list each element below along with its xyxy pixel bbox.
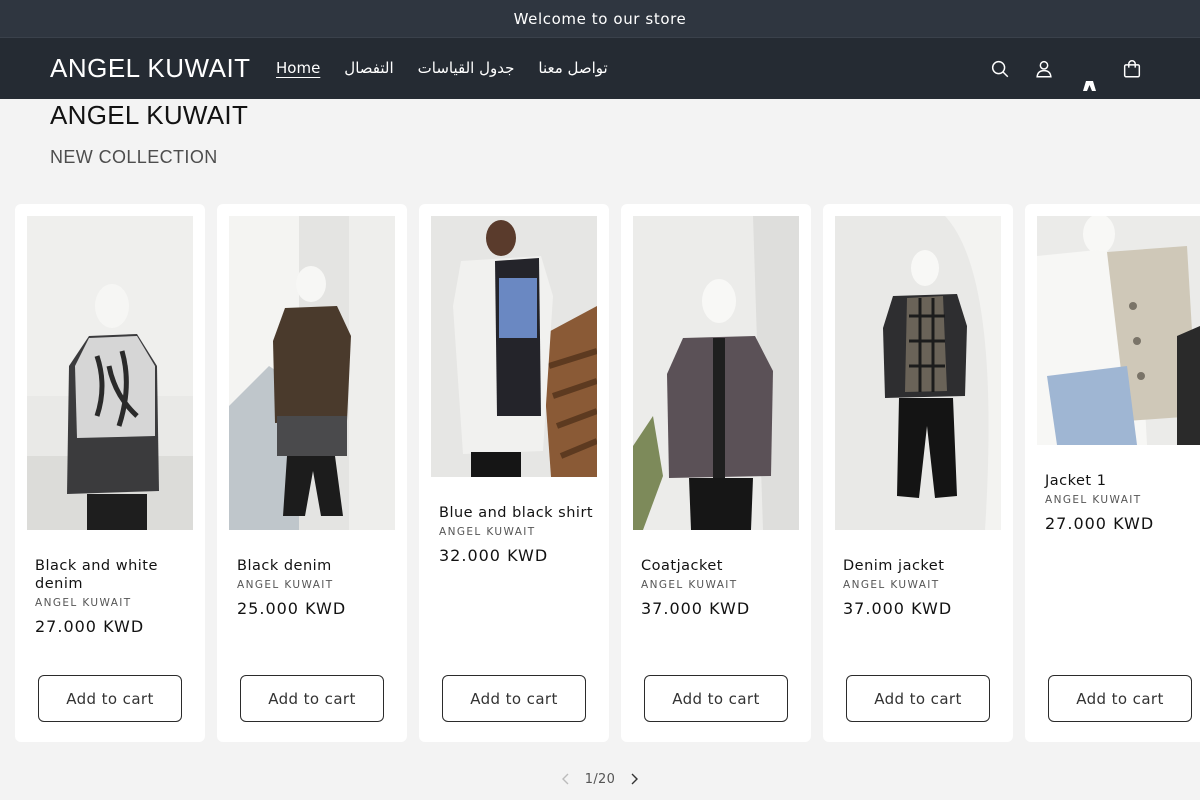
product-card[interactable]: Jacket 1 ANGEL KUWAIT 27.000 KWD Add to …: [1025, 204, 1200, 742]
product-title[interactable]: Denim jacket: [843, 557, 999, 575]
product-title[interactable]: Coatjacket: [641, 557, 797, 575]
nav-item-contact[interactable]: تواصل معنا: [526, 56, 619, 80]
account-icon[interactable]: [1027, 52, 1061, 86]
product-title[interactable]: Black and white denim: [35, 557, 191, 593]
flag-icon[interactable]: [1082, 80, 1097, 92]
slider-controls: 1/20: [540, 766, 660, 792]
product-card[interactable]: Blue and black shirt ANGEL KUWAIT 32.000…: [419, 204, 609, 742]
product-price: 37.000 KWD: [641, 599, 751, 618]
nav-item-tailoring[interactable]: التفصال: [332, 56, 405, 80]
main-nav: Home التفصال جدول القياسات تواصل معنا: [264, 56, 620, 80]
product-price: 37.000 KWD: [843, 599, 953, 618]
announcement-text: Welcome to our store: [513, 9, 687, 28]
product-card[interactable]: Coatjacket ANGEL KUWAIT 37.000 KWD Add t…: [621, 204, 811, 742]
product-vendor: ANGEL KUWAIT: [35, 597, 132, 609]
product-image[interactable]: [229, 216, 395, 530]
add-to-cart-button[interactable]: Add to cart: [240, 675, 384, 722]
product-price: 25.000 KWD: [237, 599, 347, 618]
add-to-cart-button[interactable]: Add to cart: [1048, 675, 1192, 722]
product-title[interactable]: Black denim: [237, 557, 393, 575]
store-logo[interactable]: ANGEL KUWAIT: [50, 52, 251, 84]
add-to-cart-button[interactable]: Add to cart: [846, 675, 990, 722]
product-vendor: ANGEL KUWAIT: [1045, 494, 1142, 506]
product-card[interactable]: Black denim ANGEL KUWAIT 25.000 KWD Add …: [217, 204, 407, 742]
cart-icon[interactable]: [1115, 52, 1149, 86]
chevron-right-icon[interactable]: [619, 766, 649, 792]
add-to-cart-button[interactable]: Add to cart: [38, 675, 182, 722]
nav-item-home[interactable]: Home: [264, 56, 332, 80]
site-header: ANGEL KUWAIT Home التفصال جدول القياسات …: [0, 38, 1200, 99]
product-vendor: ANGEL KUWAIT: [439, 526, 536, 538]
add-to-cart-button[interactable]: Add to cart: [442, 675, 586, 722]
add-to-cart-button[interactable]: Add to cart: [644, 675, 788, 722]
product-price: 32.000 KWD: [439, 546, 549, 565]
product-vendor: ANGEL KUWAIT: [641, 579, 738, 591]
product-price: 27.000 KWD: [35, 617, 145, 636]
product-image[interactable]: [1037, 216, 1200, 445]
chevron-left-icon[interactable]: [551, 766, 581, 792]
product-image[interactable]: [431, 216, 597, 477]
search-icon[interactable]: [983, 52, 1017, 86]
slider-counter: 1/20: [584, 771, 616, 787]
announcement-bar: Welcome to our store: [0, 0, 1200, 38]
product-title[interactable]: Jacket 1: [1045, 472, 1186, 490]
product-vendor: ANGEL KUWAIT: [843, 579, 940, 591]
product-price: 27.000 KWD: [1045, 514, 1155, 533]
product-title[interactable]: Blue and black shirt: [439, 504, 595, 522]
product-image[interactable]: [835, 216, 1001, 530]
product-image[interactable]: [633, 216, 799, 530]
product-card[interactable]: Black and white denim ANGEL KUWAIT 27.00…: [15, 204, 205, 742]
product-image[interactable]: [27, 216, 193, 530]
product-vendor: ANGEL KUWAIT: [237, 579, 334, 591]
section-title: ANGEL KUWAIT: [50, 100, 249, 130]
nav-item-size-chart[interactable]: جدول القياسات: [406, 56, 527, 80]
product-card[interactable]: Denim jacket ANGEL KUWAIT 37.000 KWD Add…: [823, 204, 1013, 742]
section-subtitle: NEW COLLECTION: [50, 147, 218, 167]
